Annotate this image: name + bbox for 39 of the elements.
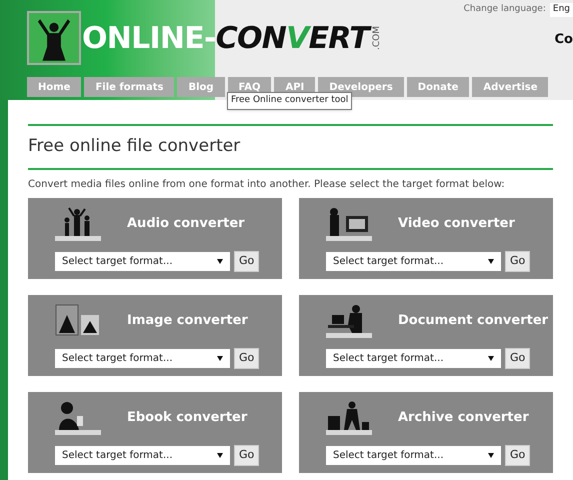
format-select[interactable]: Select target format...: [55, 348, 230, 368]
dropdown-arrow-icon: [488, 258, 494, 264]
go-button[interactable]: Go: [505, 250, 530, 272]
go-button[interactable]: Go: [505, 348, 530, 368]
format-select[interactable]: Select target format...: [326, 348, 501, 368]
logo-text: ONLINE-CONVERT: [82, 16, 370, 60]
intro-text: Convert media files online from one format into another. Please select the target format below:: [28, 178, 506, 192]
go-button[interactable]: Go: [234, 444, 260, 466]
format-select[interactable]: Select target format...: [326, 446, 501, 464]
go-button[interactable]: Go: [505, 444, 530, 466]
dropdown-arrow-icon: [488, 356, 494, 360]
desk-worker-icon: [326, 302, 372, 338]
converter-title: Video converter: [398, 214, 515, 233]
language-label: Change language:: [464, 3, 546, 16]
format-select[interactable]: Select target format...: [326, 252, 501, 270]
logo-suffix: .COM: [372, 26, 384, 50]
converter-title: Document converter: [398, 312, 548, 330]
converter-title: Archive converter: [398, 408, 529, 427]
dropdown-arrow-icon: [217, 452, 223, 458]
reader-icon: [55, 400, 101, 436]
header-side-text: Co: [554, 31, 573, 49]
logo-figure-icon: [27, 11, 81, 65]
dropdown-arrow-icon: [488, 452, 494, 458]
page-title: Free online file converter: [28, 135, 242, 158]
format-select[interactable]: Select target format...: [55, 446, 230, 464]
go-button[interactable]: Go: [234, 250, 260, 272]
converter-title: Image converter: [127, 312, 248, 330]
mover-icon: [326, 400, 372, 436]
dropdown-arrow-icon: [217, 258, 223, 264]
dancers-icon: [55, 206, 101, 242]
language-select[interactable]: Eng: [550, 3, 573, 16]
photo-frames-icon: [55, 302, 101, 338]
dropdown-arrow-icon: [217, 356, 223, 360]
format-select[interactable]: Select target format...: [55, 252, 230, 270]
go-button[interactable]: Go: [234, 348, 260, 368]
converter-title: Audio converter: [127, 214, 245, 233]
camera-person-icon: [326, 206, 372, 242]
converter-title: Ebook converter: [127, 408, 248, 427]
tooltip: Free Online converter tool: [227, 92, 352, 110]
